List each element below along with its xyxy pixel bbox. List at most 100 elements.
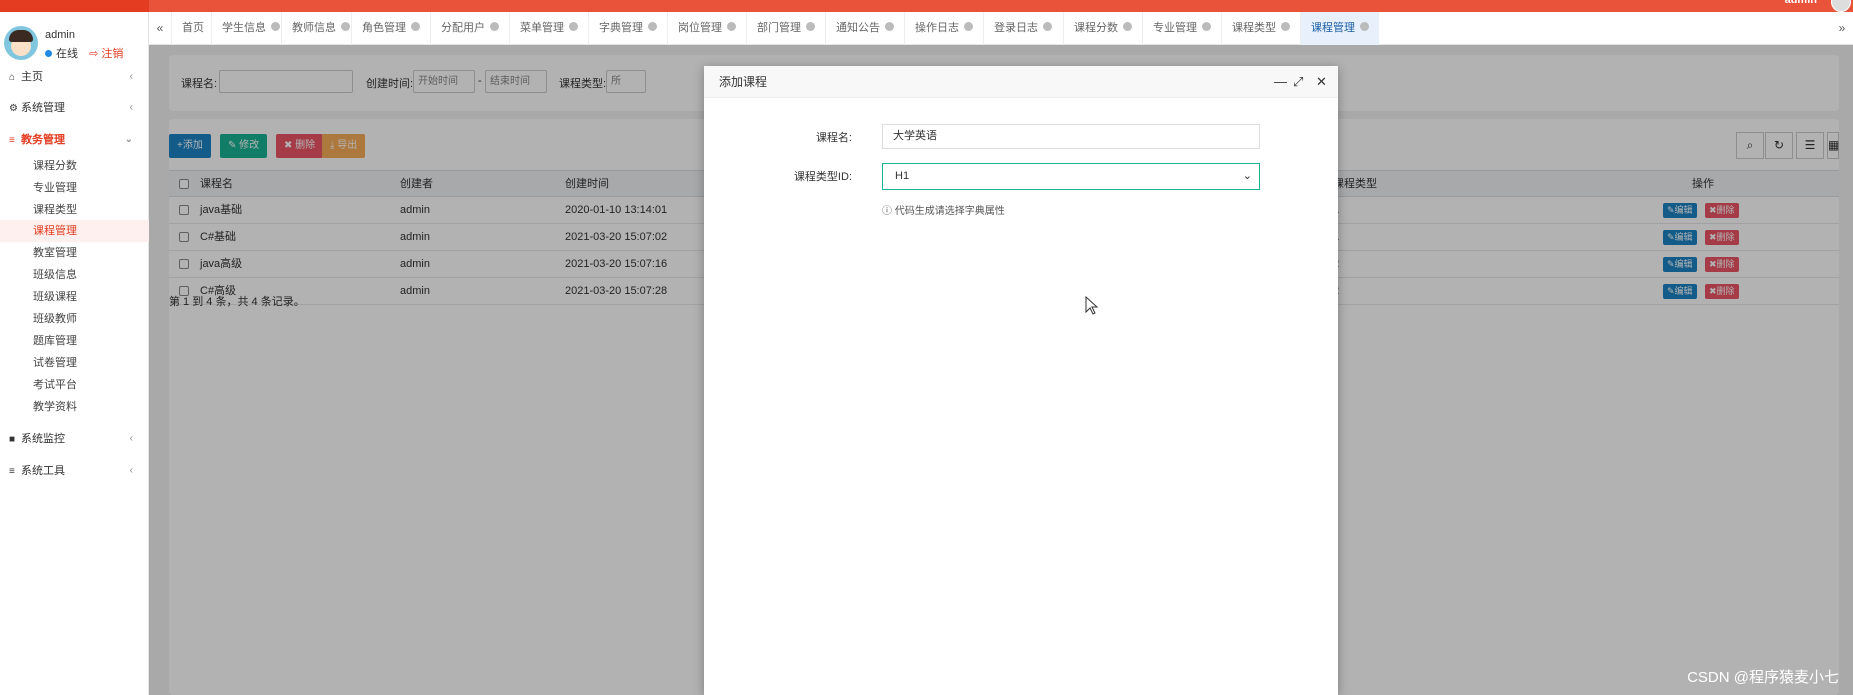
course-type-id-select[interactable]: H1 ⌄ bbox=[882, 163, 1260, 190]
tab-close-icon[interactable] bbox=[964, 22, 973, 31]
video-icon: ■ bbox=[9, 434, 16, 445]
dialog-title: 添加课程 bbox=[719, 75, 768, 89]
tab-label: 课程管理 bbox=[1311, 22, 1355, 34]
hint-text: 代码生成请选择字典属性 bbox=[894, 206, 1005, 217]
mouse-pointer-icon bbox=[1085, 296, 1099, 315]
tab-dept[interactable]: 部门管理 bbox=[746, 12, 825, 45]
tab-close-icon[interactable] bbox=[411, 22, 420, 31]
tab-teacher[interactable]: 教师信息 bbox=[281, 12, 351, 45]
tab-student[interactable]: 学生信息 bbox=[211, 12, 281, 45]
sidebar-item-question-bank[interactable]: 题库管理 bbox=[0, 330, 149, 352]
tab-oper-log[interactable]: 操作日志 bbox=[904, 12, 983, 45]
chevron-down-icon: ⌄ bbox=[1242, 170, 1252, 182]
chevron-left-icon: ‹ bbox=[129, 71, 133, 82]
tab-label: 首页 bbox=[182, 22, 204, 34]
tab-label: 岗位管理 bbox=[678, 22, 722, 34]
chevron-down-icon: ⌄ bbox=[124, 134, 133, 145]
tab-close-icon[interactable] bbox=[1123, 22, 1132, 31]
online-status-text: 在线 bbox=[56, 48, 78, 60]
tab-label: 学生信息 bbox=[222, 22, 266, 34]
sidebar-item-course-score[interactable]: 课程分数 bbox=[0, 155, 149, 177]
page-tabs-bar: « 首页 学生信息 教师信息 角色管理 分配用户 菜单管理 字典管理 岗位管理 … bbox=[149, 12, 1853, 45]
sidebar-item-course-type[interactable]: 课程类型 bbox=[0, 199, 149, 221]
maximize-icon[interactable]: ⤢ bbox=[1293, 66, 1303, 98]
user-name: admin bbox=[45, 29, 75, 41]
tab-label: 课程分数 bbox=[1074, 22, 1118, 34]
chevron-left-icon: ‹ bbox=[129, 433, 133, 444]
tab-close-icon[interactable] bbox=[806, 22, 815, 31]
tab-major[interactable]: 专业管理 bbox=[1142, 12, 1221, 45]
minimize-icon[interactable]: — bbox=[1274, 66, 1287, 98]
sidebar-item-materials[interactable]: 教学资料 bbox=[0, 396, 149, 418]
gear-icon: ⚙ bbox=[9, 103, 18, 114]
tab-post[interactable]: 岗位管理 bbox=[667, 12, 746, 45]
header-avatar[interactable] bbox=[1831, 0, 1851, 12]
tab-close-icon[interactable] bbox=[569, 22, 578, 31]
tab-dict[interactable]: 字典管理 bbox=[588, 12, 667, 45]
sidebar-item-major[interactable]: 专业管理 bbox=[0, 177, 149, 199]
tab-menu[interactable]: 菜单管理 bbox=[509, 12, 588, 45]
tab-assign-user[interactable]: 分配用户 bbox=[430, 12, 509, 45]
sidebar-item-paper[interactable]: 试卷管理 bbox=[0, 352, 149, 374]
sidebar-group-label: 主页 bbox=[21, 71, 43, 83]
tab-close-icon[interactable] bbox=[1202, 22, 1211, 31]
dialog-header: 添加课程 — ⤢ ✕ bbox=[704, 66, 1338, 98]
field-hint: ⓘ 代码生成请选择字典属性 bbox=[882, 202, 1005, 217]
sidebar-item-class-info[interactable]: 班级信息 bbox=[0, 264, 149, 286]
add-course-dialog: 添加课程 — ⤢ ✕ 课程名: 大学英语 课程类型ID: H1 ⌄ ⓘ 代码生成… bbox=[704, 66, 1338, 695]
logout-link[interactable]: ⇨ 注销 bbox=[89, 48, 123, 60]
sidebar: admin 在线 ⇨ 注销 ⌂ 主页 ‹ ⚙ 系统管理 ‹ ≡ 教务管理 ⌄ 课程分数 专业… bbox=[0, 12, 149, 695]
sidebar-item-exam[interactable]: 考试平台 bbox=[0, 374, 149, 396]
tab-notice[interactable]: 通知公告 bbox=[825, 12, 904, 45]
user-status: 在线 ⇨ 注销 bbox=[45, 45, 123, 61]
tab-close-icon[interactable] bbox=[727, 22, 736, 31]
course-name-field-label: 课程名: bbox=[815, 132, 852, 144]
tab-close-icon[interactable] bbox=[271, 22, 280, 31]
sidebar-group-monitor[interactable]: ■ 系统监控 ‹ bbox=[0, 428, 149, 450]
sidebar-group-label: 系统管理 bbox=[21, 102, 65, 114]
tab-label: 教师信息 bbox=[292, 22, 336, 34]
sidebar-group-system[interactable]: ⚙ 系统管理 ‹ bbox=[0, 97, 149, 119]
tab-course-score[interactable]: 课程分数 bbox=[1063, 12, 1142, 45]
sidebar-item-class-teacher[interactable]: 班级教师 bbox=[0, 308, 149, 330]
tab-close-icon[interactable] bbox=[1360, 22, 1369, 31]
tab-close-icon[interactable] bbox=[1043, 22, 1052, 31]
tab-label: 登录日志 bbox=[994, 22, 1038, 34]
tab-role[interactable]: 角色管理 bbox=[351, 12, 430, 45]
sidebar-group-label: 教务管理 bbox=[21, 134, 65, 146]
sidebar-group-tools[interactable]: ≡ 系统工具 ‹ bbox=[0, 460, 149, 482]
tab-label: 字典管理 bbox=[599, 22, 643, 34]
tab-home[interactable]: 首页 bbox=[171, 12, 211, 45]
tab-login-log[interactable]: 登录日志 bbox=[983, 12, 1063, 45]
top-header-bar: admin bbox=[0, 0, 1853, 12]
tabs-scroll-left-icon[interactable]: « bbox=[149, 12, 171, 45]
sidebar-group-label: 系统工具 bbox=[21, 465, 65, 477]
online-dot-icon bbox=[45, 50, 52, 57]
logout-label: 注销 bbox=[101, 48, 124, 60]
sidebar-group-academic[interactable]: ≡ 教务管理 ⌄ bbox=[0, 129, 149, 151]
sidebar-item-classroom[interactable]: 教室管理 bbox=[0, 242, 149, 264]
chevron-left-icon: ‹ bbox=[129, 102, 133, 113]
sidebar-group-home[interactable]: ⌂ 主页 ‹ bbox=[0, 66, 149, 88]
tab-close-icon[interactable] bbox=[490, 22, 499, 31]
tab-close-icon[interactable] bbox=[885, 22, 894, 31]
tab-close-icon[interactable] bbox=[341, 22, 350, 31]
tab-close-icon[interactable] bbox=[1281, 22, 1290, 31]
tab-close-icon[interactable] bbox=[648, 22, 657, 31]
logo-area bbox=[0, 0, 149, 12]
course-type-id-value: H1 bbox=[895, 170, 910, 182]
course-name-field[interactable]: 大学英语 bbox=[882, 124, 1260, 149]
tab-course-manage[interactable]: 课程管理 bbox=[1300, 12, 1379, 45]
tab-label: 课程类型 bbox=[1232, 22, 1276, 34]
tab-label: 专业管理 bbox=[1153, 22, 1197, 34]
header-user-name[interactable]: admin bbox=[1785, 0, 1817, 6]
close-icon[interactable]: ✕ bbox=[1316, 66, 1327, 98]
home-icon: ⌂ bbox=[9, 72, 16, 83]
watermark: CSDN @程序猿麦小七 bbox=[1687, 669, 1839, 686]
sidebar-group-label: 系统监控 bbox=[21, 433, 65, 445]
sidebar-item-course-manage[interactable]: 课程管理 bbox=[0, 220, 149, 242]
sidebar-item-class-course[interactable]: 班级课程 bbox=[0, 286, 149, 308]
tab-course-type[interactable]: 课程类型 bbox=[1221, 12, 1300, 45]
tabs-scroll-right-icon[interactable]: » bbox=[1831, 12, 1853, 45]
user-panel: admin 在线 ⇨ 注销 bbox=[0, 12, 149, 64]
